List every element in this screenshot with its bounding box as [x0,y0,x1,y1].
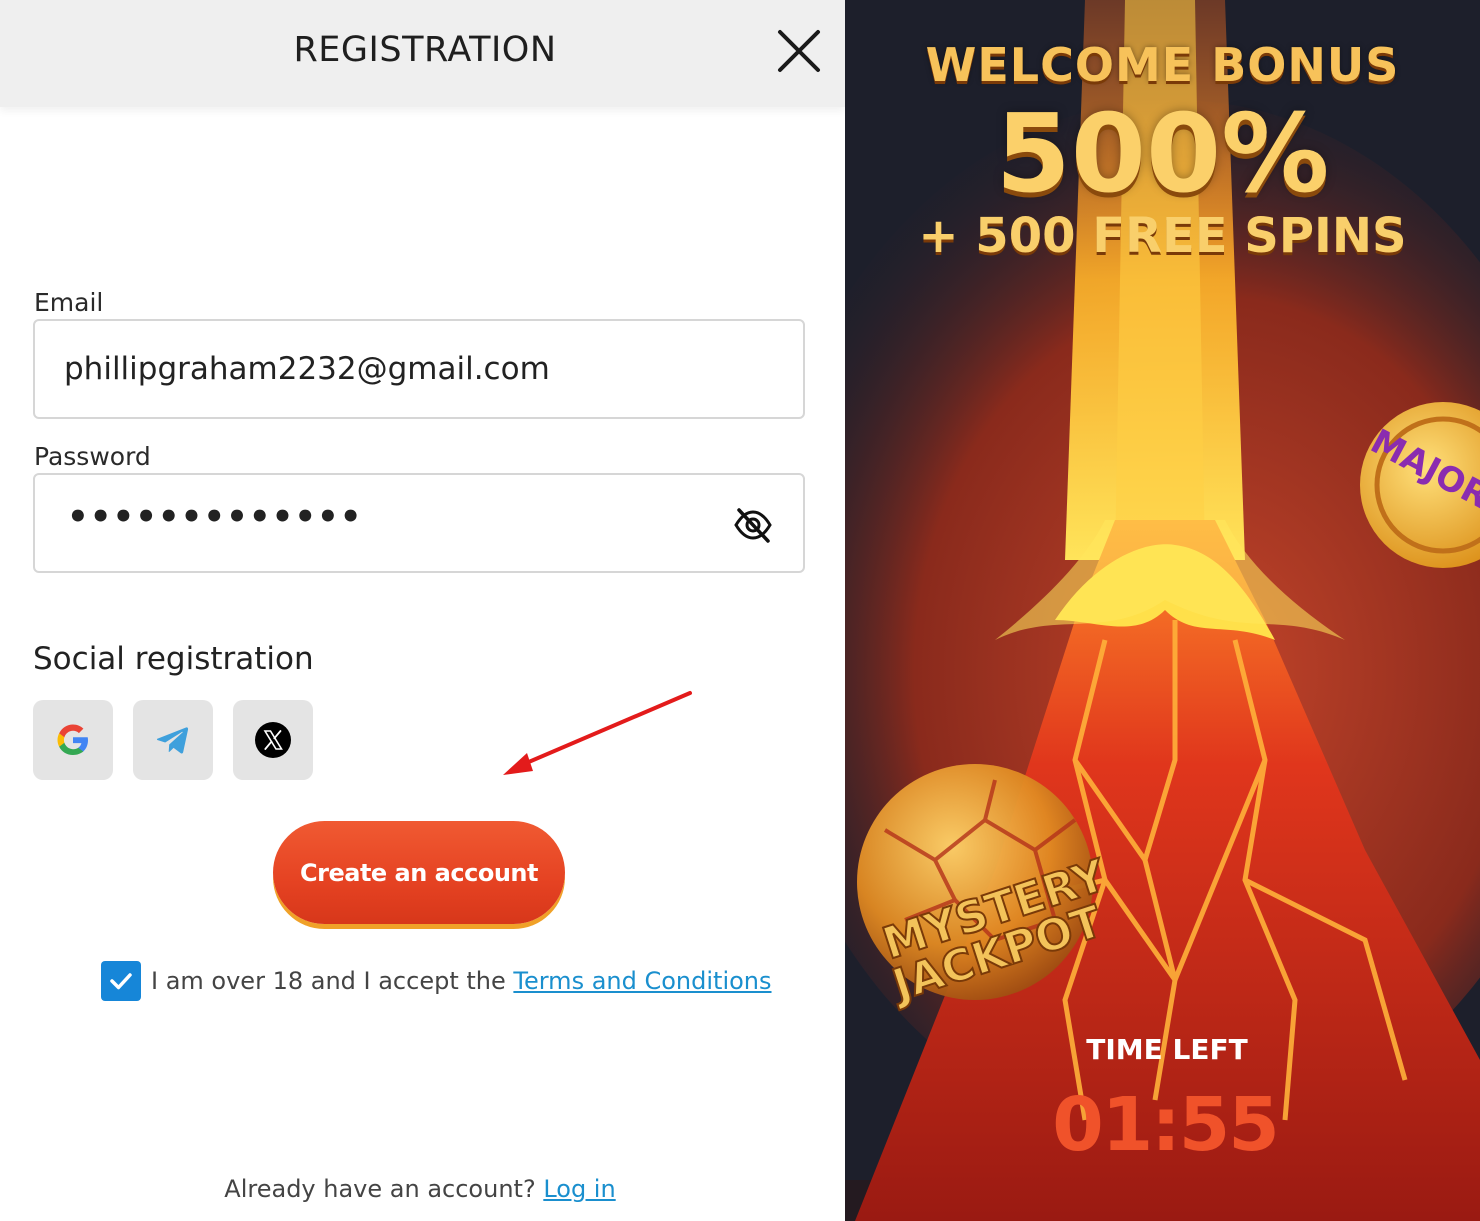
email-field[interactable]: phillipgraham2232@gmail.com [33,319,805,419]
password-label: Password [34,442,151,471]
terms-checkbox[interactable] [101,961,141,1001]
annotation-arrow-icon [503,691,692,775]
close-icon[interactable] [770,22,828,80]
time-left-label: TIME LEFT [1086,1033,1248,1066]
promo-banner: MYSTERY JACKPOT MAJOR WELCOME BONUS 500%… [845,0,1480,1221]
google-icon [57,724,88,755]
terms-text: I am over 18 and I accept the Terms and … [151,967,772,995]
modal-title: REGISTRATION [293,30,557,70]
bonus-percent: 500% [995,92,1330,217]
registration-form-panel: REGISTRATION Email phillipgraham2232@gma… [0,0,845,1221]
login-prefix: Already have an account? [224,1175,544,1203]
password-masked-value: ••••••••••••• [67,497,363,537]
modal-header: REGISTRATION [0,0,845,107]
google-signup-button[interactable] [33,700,113,780]
login-prompt: Already have an account? Log in [0,1175,840,1203]
login-link[interactable]: Log in [543,1175,615,1203]
eye-slash-icon[interactable] [733,505,773,545]
countdown-timer: 01:55 [1052,1082,1280,1168]
telegram-icon [156,727,189,754]
telegram-signup-button[interactable] [133,700,213,780]
password-field[interactable]: ••••••••••••• [33,473,805,573]
free-spins-text: + 500 FREE SPINS [918,208,1407,264]
x-signup-button[interactable] [233,700,313,780]
terms-prefix: I am over 18 and I accept the [151,967,514,995]
create-account-button[interactable]: Create an account [273,821,565,924]
email-value: phillipgraham2232@gmail.com [64,351,550,387]
social-registration-title: Social registration [33,641,314,677]
email-label: Email [34,288,104,317]
checkmark-icon [110,973,132,990]
x-icon [255,722,291,758]
welcome-bonus-title: WELCOME BONUS [925,38,1400,92]
terms-link[interactable]: Terms and Conditions [513,967,771,995]
